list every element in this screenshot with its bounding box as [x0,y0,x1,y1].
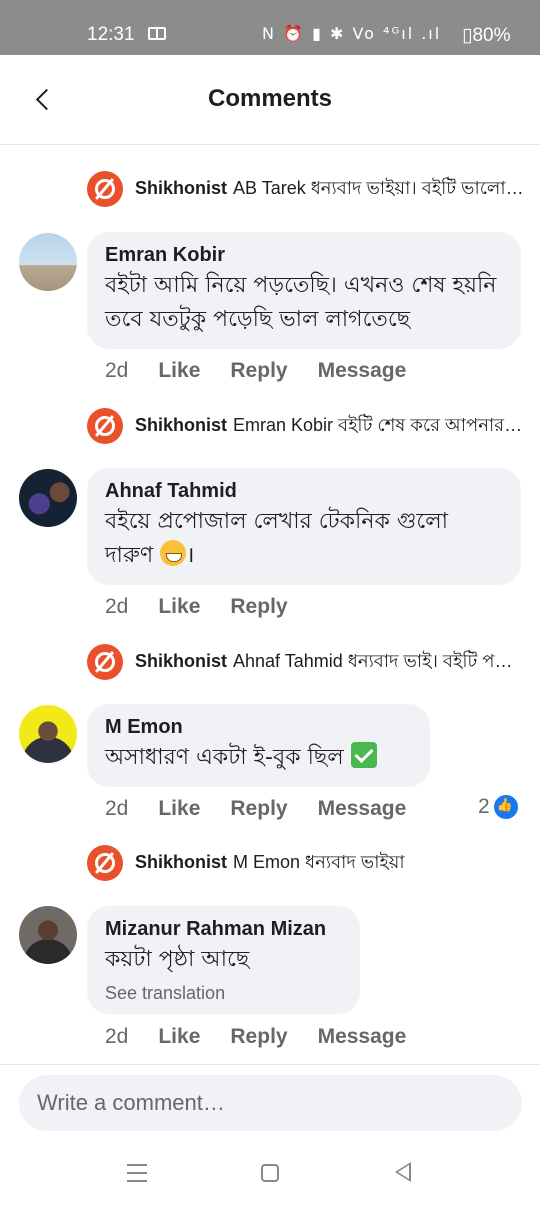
avatar[interactable] [19,705,77,763]
shikhonist-logo-icon[interactable] [87,408,123,444]
book-icon [148,27,166,40]
message-button[interactable]: Message [318,359,407,383]
comment-text: কয়টা পৃষ্ঠা আছে [105,947,250,972]
reply-button[interactable]: Reply [230,359,287,383]
comment-bubble: Emran Kobir বইটা আমি নিয়ে পড়তেছি। এখনও… [87,232,521,349]
page-reply-author: Shikhonist [135,177,228,198]
comment-author[interactable]: Ahnaf Tahmid [105,479,503,503]
comment-text-body: অসাধারণ একটা ই-বুক ছিল [105,745,344,770]
comment-text-body: বইয়ে প্রপোজাল লেখার টেকনিক গুলো দারুণ [105,509,448,568]
page-reply[interactable]: Shikhonist Emran Kobir বইটি শেষ করে আপনার… [87,408,527,444]
comments-header: Comments [0,55,540,145]
like-button[interactable]: Like [158,359,200,383]
composer-divider [0,1064,540,1065]
page-reply[interactable]: Shikhonist AB Tarek ধন্যবাদ ভাইয়া। বইটি … [87,171,527,207]
grin-emoji-icon [160,540,187,566]
comment-text: অসাধারণ একটা ই-বুক ছিল [105,741,412,775]
comment-actions: 2d Like Reply Message [105,1022,436,1052]
reply-button[interactable]: Reply [230,595,287,619]
menu-icon[interactable] [127,1164,147,1182]
message-button[interactable]: Message [318,797,407,821]
message-button[interactable]: Message [318,1025,407,1049]
navigation-bar [0,1140,540,1206]
reaction-count-value: 2 [478,795,490,818]
page-reply-author: Shikhonist [135,650,228,671]
comment-actions: 2d Like Reply [105,592,318,622]
like-button[interactable]: Like [158,1025,200,1049]
page-reply-body: Emran Kobir বইটি শেষ করে আপনার মতামত জান… [233,414,527,435]
like-reaction-icon [493,795,518,819]
shikhonist-logo-icon[interactable] [87,845,123,881]
comment-time: 2d [105,595,129,618]
shikhonist-logo-icon[interactable] [87,644,123,680]
avatar[interactable] [19,233,77,291]
like-button[interactable]: Like [158,797,200,821]
comment-actions: 2d Like Reply Message [105,356,436,386]
comment-bubble: Ahnaf Tahmid বইয়ে প্রপোজাল লেখার টেকনিক… [87,468,521,585]
battery-level: ▯80% [462,25,511,46]
comment-author[interactable]: Emran Kobir [105,243,503,267]
page-reply-body: AB Tarek ধন্যবাদ ভাইয়া। বইটি ভালো লাগলে… [233,177,527,198]
comment-time: 2d [105,359,129,382]
comment-author[interactable]: M Emon [105,715,412,739]
nav-back-icon[interactable] [395,1162,411,1182]
comment-time: 2d [105,797,129,820]
see-translation-link[interactable]: See translation [105,983,342,1004]
home-icon[interactable] [261,1164,279,1182]
comment-bubble: M Emon অসাধারণ একটা ই-বুক ছিল [87,704,430,787]
comment-bubble: Mizanur Rahman Mizan কয়টা পৃষ্ঠা আছে Se… [87,906,360,1014]
comment-text: বইটা আমি নিয়ে পড়তেছি। এখনও শেষ হয়নি ত… [105,273,497,332]
comment-text: বইয়ে প্রপোজাল লেখার টেকনিক গুলো দারুণ । [105,505,503,573]
comment-input[interactable] [19,1075,522,1131]
page-reply-text: Shikhonist Ahnaf Tahmid ধন্যবাদ ভাই। বইটি… [135,647,527,678]
avatar[interactable] [19,906,77,964]
status-time: 12:31 [87,24,135,45]
reaction-count[interactable]: 2 [478,795,518,819]
check-mark-emoji-icon [350,742,377,768]
comment-time: 2d [105,1025,129,1048]
page-reply-body: M Emon ধন্যবাদ ভাইয়া [233,851,405,872]
page-reply-text: Shikhonist Emran Kobir বইটি শেষ করে আপনার… [135,411,527,442]
system-status-icons: N ⏰ ▮ ✱ Vo ⁴ᴳıl .ıl [262,24,442,43]
avatar[interactable] [19,469,77,527]
like-button[interactable]: Like [158,595,200,619]
comment-text-end: । [186,543,195,568]
reply-button[interactable]: Reply [230,1025,287,1049]
shikhonist-logo-icon[interactable] [87,171,123,207]
page-title: Comments [207,85,333,112]
status-bar: 12:31 N ⏰ ▮ ✱ Vo ⁴ᴳıl .ıl ▯80% [0,0,540,55]
comment-author[interactable]: Mizanur Rahman Mizan [105,917,342,941]
page-reply-body: Ahnaf Tahmid ধন্যবাদ ভাই। বইটি পড়ে কাজে… [233,650,527,671]
page-reply-author: Shikhonist [135,414,228,435]
page-reply-author: Shikhonist [135,851,228,872]
page-reply[interactable]: Shikhonist M Emon ধন্যবাদ ভাইয়া [87,845,527,881]
page-reply[interactable]: Shikhonist Ahnaf Tahmid ধন্যবাদ ভাই। বইটি… [87,644,527,680]
page-reply-text: Shikhonist AB Tarek ধন্যবাদ ভাইয়া। বইটি … [135,174,527,205]
page-reply-text: Shikhonist M Emon ধন্যবাদ ভাইয়া [135,848,405,879]
comment-actions: 2d Like Reply Message [105,794,436,824]
reply-button[interactable]: Reply [230,797,287,821]
